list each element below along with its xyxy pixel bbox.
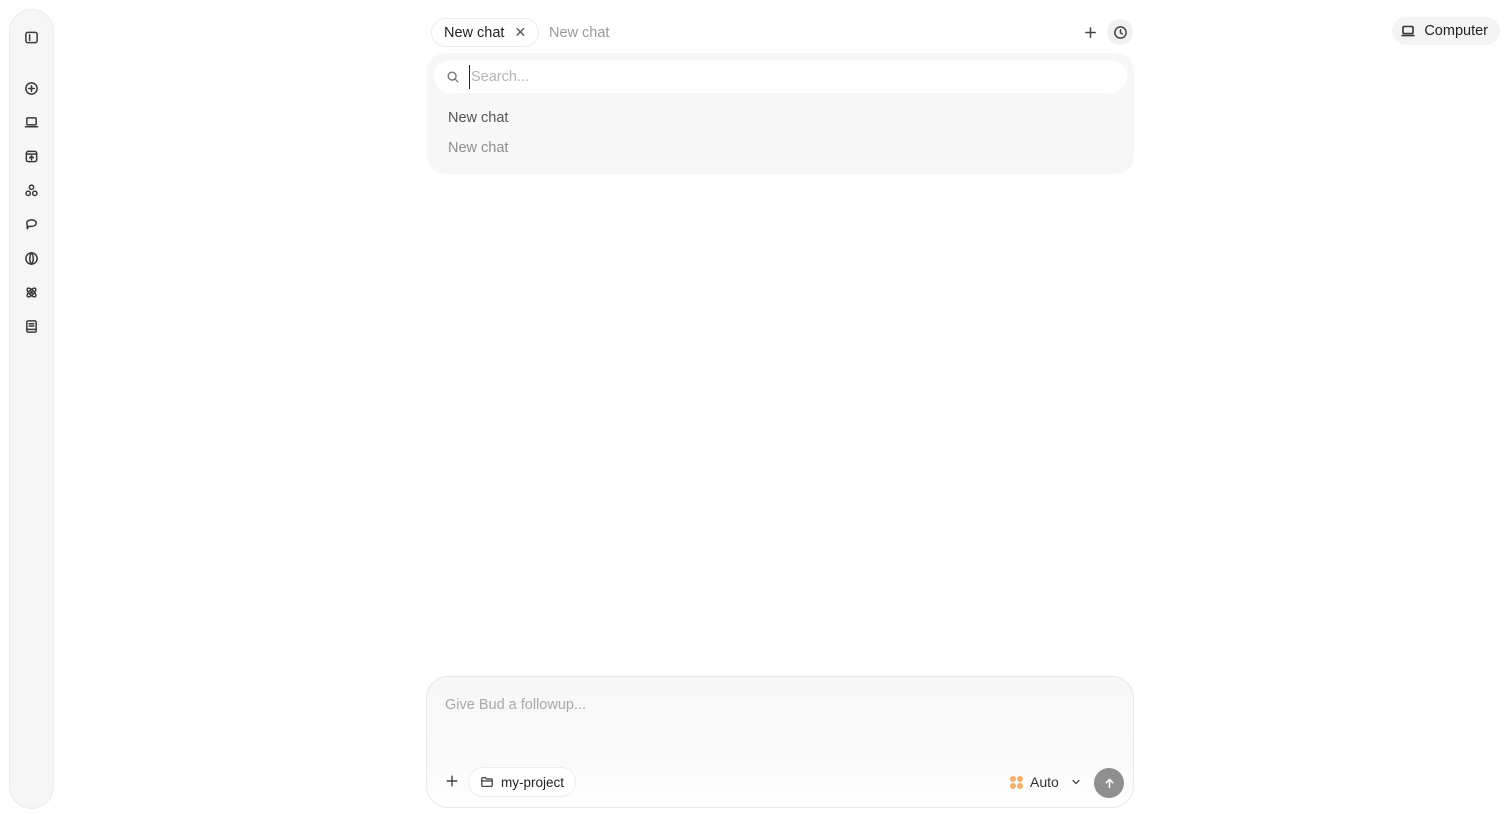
plus-circle-icon <box>25 81 38 95</box>
chat-bubble-icon <box>26 218 37 229</box>
history-search-box <box>434 60 1127 93</box>
new-chat-button[interactable] <box>18 74 46 102</box>
history-item[interactable]: New chat <box>448 140 508 156</box>
shapes-icon <box>25 183 38 196</box>
search-icon <box>447 70 459 83</box>
history-item[interactable]: New chat <box>448 110 508 126</box>
plus-icon <box>446 775 458 787</box>
sidebar-item-shapes[interactable] <box>18 176 46 204</box>
history-button[interactable] <box>1107 19 1133 45</box>
atom-icon <box>26 286 37 298</box>
add-attachment-button[interactable] <box>441 770 463 792</box>
followup-input[interactable]: Give Bud a followup... <box>445 697 586 713</box>
laptop-icon <box>24 116 39 127</box>
tab-new-chat-active[interactable]: New chat ✕ <box>431 18 540 47</box>
project-selector[interactable]: my-project <box>468 767 577 797</box>
sidebar-item-explore[interactable] <box>18 244 46 272</box>
model-selector[interactable]: Auto <box>1010 773 1082 791</box>
tab-label: New chat <box>444 24 505 41</box>
history-search-input[interactable] <box>469 64 1089 89</box>
close-icon[interactable]: ✕ <box>514 24 526 41</box>
folder-icon <box>481 776 493 788</box>
model-icon <box>1010 775 1023 789</box>
sidebar-rail <box>9 9 54 809</box>
laptop-icon <box>1401 25 1415 37</box>
tab-new-chat[interactable]: New chat <box>549 18 609 47</box>
sidebar-item-chats[interactable] <box>18 210 46 238</box>
plus-icon <box>1084 26 1096 38</box>
app-window: New chat ✕ New chat Computer New chat Ne… <box>0 0 1512 814</box>
globe-icon <box>25 251 38 265</box>
sidebar-toggle-icon <box>25 31 38 43</box>
inbox-archive-icon <box>25 150 38 162</box>
notebook-icon <box>26 319 37 333</box>
chat-history-dropdown: New chat New chat <box>427 53 1134 174</box>
tab-label: New chat <box>549 24 610 41</box>
sidebar-item-integrations[interactable] <box>18 278 46 306</box>
send-button[interactable] <box>1094 768 1124 798</box>
arrow-up-icon <box>1105 778 1113 788</box>
sidebar-toggle-button[interactable] <box>18 23 46 51</box>
model-label: Auto <box>1030 774 1059 790</box>
clock-icon <box>1113 25 1127 39</box>
sidebar-item-docs[interactable] <box>18 312 46 340</box>
computer-button[interactable]: Computer <box>1392 17 1500 45</box>
computer-label: Computer <box>1424 23 1488 39</box>
project-name: my-project <box>501 774 565 790</box>
sidebar-item-computer[interactable] <box>18 108 46 136</box>
composer: Give Bud a followup... my-project Auto <box>426 676 1134 808</box>
new-tab-button[interactable] <box>1077 19 1103 45</box>
sidebar-item-inbox[interactable] <box>18 142 46 170</box>
chevron-down-icon <box>1072 779 1080 785</box>
